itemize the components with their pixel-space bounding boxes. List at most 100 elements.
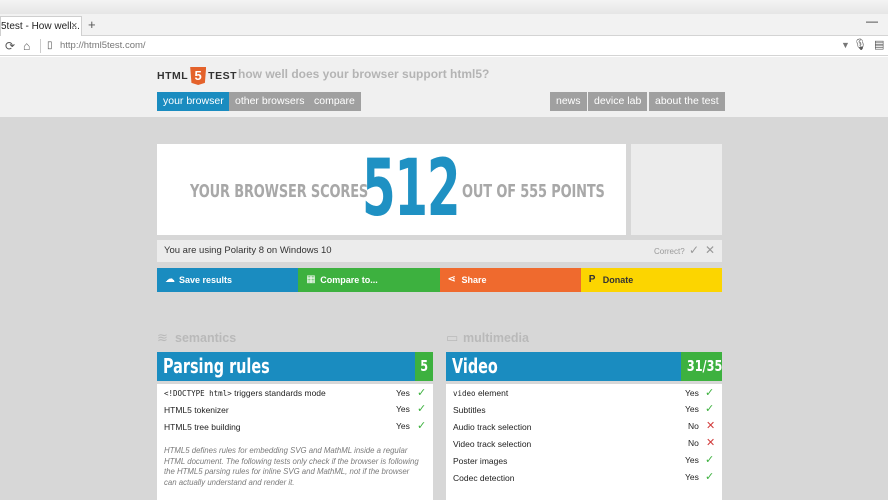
video-code: video bbox=[453, 389, 476, 398]
category-parsing-rules-header[interactable]: Parsing rules bbox=[157, 352, 415, 381]
multimedia-icon: ▭ bbox=[446, 330, 459, 345]
detected-browser-text: You are using Polarity 8 on Windows 10 bbox=[164, 245, 332, 256]
compare-to-button[interactable]: ▦ Compare to... bbox=[298, 268, 440, 292]
test-result: No bbox=[688, 421, 699, 431]
score-suffix: OUT OF 555 POINTS bbox=[462, 181, 605, 202]
share-label: Share bbox=[461, 275, 487, 285]
url-prefix: http:// bbox=[60, 40, 84, 51]
test-result: No bbox=[688, 438, 699, 448]
test-label: Codec detection bbox=[453, 473, 515, 483]
grid-icon: ▦ bbox=[306, 274, 316, 285]
test-label: Audio track selection bbox=[453, 422, 532, 432]
test-label: HTML5 tokenizer bbox=[164, 405, 229, 415]
category-score: 5 bbox=[420, 357, 428, 375]
nav-about-the-test[interactable]: about the test bbox=[649, 92, 725, 111]
share-button[interactable]: ⋖ Share bbox=[439, 268, 581, 292]
check-icon: ✓ bbox=[417, 387, 427, 399]
test-label: element bbox=[475, 388, 509, 398]
nav-news[interactable]: news bbox=[550, 92, 587, 111]
logo-html: HTML bbox=[157, 70, 189, 82]
microphone-icon[interactable]: 🎙 bbox=[853, 38, 867, 51]
confirm-check-icon[interactable]: ✓ bbox=[689, 243, 699, 257]
browser-tab[interactable]: 5test - How well... × bbox=[0, 16, 82, 36]
donate-button[interactable]: P Donate bbox=[580, 268, 722, 292]
test-result: Yes bbox=[396, 421, 410, 431]
url-host: html5test.com/ bbox=[83, 40, 146, 51]
action-bar: ☁ Save results ▦ Compare to... ⋖ Share P… bbox=[157, 268, 722, 292]
category-score: 31/35 bbox=[686, 357, 723, 375]
test-result: Yes bbox=[685, 472, 699, 482]
check-icon: ✓ bbox=[705, 403, 715, 415]
test-label: HTML5 tree building bbox=[164, 422, 241, 432]
category-title: Parsing rules bbox=[163, 354, 270, 378]
category-score-badge: 5 bbox=[415, 352, 433, 381]
html5test-logo[interactable]: HTML 5 TEST bbox=[157, 66, 237, 86]
cloud-upload-icon: ☁ bbox=[165, 274, 175, 285]
logo-test: TEST bbox=[208, 70, 238, 82]
section-semantics-label: semantics bbox=[175, 331, 237, 345]
test-row: HTML5 tokenizer bbox=[164, 405, 229, 421]
nav-your-browser[interactable]: your browser bbox=[157, 92, 230, 111]
check-icon: ✓ bbox=[705, 471, 715, 483]
minimize-icon[interactable]: — bbox=[866, 14, 878, 28]
close-tab-icon[interactable]: × bbox=[71, 20, 77, 32]
test-result: Yes bbox=[685, 404, 699, 414]
test-row: Audio track selection bbox=[453, 422, 531, 438]
doctype-code: <!DOCTYPE html> bbox=[164, 389, 232, 398]
x-icon: ✕ bbox=[706, 420, 716, 432]
score-panel: YOUR BROWSER SCORES 512 OUT OF 555 POINT… bbox=[157, 144, 626, 235]
test-result: Yes bbox=[685, 388, 699, 398]
test-row: video element bbox=[453, 388, 508, 404]
reload-icon[interactable]: ⟳ bbox=[5, 39, 15, 53]
tagline: how well does your browser support html5… bbox=[238, 67, 490, 81]
html5-shield-icon: 5 bbox=[190, 67, 207, 85]
score-side-panel bbox=[631, 144, 722, 235]
correct-label: Correct? bbox=[654, 247, 685, 256]
tab-title: 5test - How well... bbox=[1, 21, 80, 32]
save-results-label: Save results bbox=[179, 275, 233, 285]
site-header: HTML 5 TEST how well does your browser s… bbox=[0, 57, 888, 117]
donate-label: Donate bbox=[602, 275, 634, 285]
test-row: <!DOCTYPE html> triggers standards mode bbox=[164, 388, 326, 404]
address-bar: ⟳ ⌂ ▯ http://html5test.com/ ▼ 🎙 ▤ bbox=[0, 36, 888, 56]
score-value: 512 bbox=[362, 144, 460, 234]
new-tab-icon[interactable]: + bbox=[88, 17, 96, 32]
score-prefix: YOUR BROWSER SCORES bbox=[190, 181, 369, 202]
test-label: Video track selection bbox=[453, 439, 532, 449]
test-result: Yes bbox=[396, 404, 410, 414]
share-icon: ⋖ bbox=[447, 274, 456, 285]
check-icon: ✓ bbox=[417, 420, 427, 432]
url-field[interactable]: http://html5test.com/ bbox=[60, 40, 146, 51]
test-row: Poster images bbox=[453, 456, 507, 472]
test-row: Subtitles bbox=[453, 405, 486, 421]
test-label: triggers standards mode bbox=[231, 388, 326, 398]
check-icon: ✓ bbox=[417, 403, 427, 415]
window-top-edge bbox=[0, 0, 888, 14]
test-label: Poster images bbox=[453, 456, 508, 466]
test-row: Video track selection bbox=[453, 439, 531, 455]
nav-other-browsers[interactable]: other browsers bbox=[229, 92, 311, 111]
browser-window: 5test - How well... × + — ⟳ ⌂ ▯ http://h… bbox=[0, 0, 888, 500]
x-icon: ✕ bbox=[706, 437, 716, 449]
chevron-down-icon[interactable]: ▼ bbox=[841, 40, 850, 50]
category-video-header[interactable]: Video bbox=[446, 352, 681, 381]
home-icon[interactable]: ⌂ bbox=[23, 39, 30, 53]
test-row: HTML5 tree building bbox=[164, 422, 241, 438]
category-score-badge: 31/35 bbox=[681, 352, 722, 381]
section-multimedia-label: multimedia bbox=[463, 331, 529, 345]
compare-to-label: Compare to... bbox=[320, 275, 378, 285]
parsing-rules-card: <!DOCTYPE html> triggers standards mode … bbox=[157, 384, 433, 500]
reject-x-icon[interactable]: ✕ bbox=[705, 243, 715, 257]
save-results-button[interactable]: ☁ Save results bbox=[157, 268, 299, 292]
tab-bar: 5test - How well... × + — bbox=[0, 14, 888, 36]
check-icon: ✓ bbox=[705, 454, 715, 466]
paypal-icon: P bbox=[588, 274, 596, 285]
reading-view-icon[interactable]: ▤ bbox=[874, 38, 884, 51]
nav-compare[interactable]: compare bbox=[308, 92, 361, 111]
page-icon: ▯ bbox=[47, 40, 53, 51]
test-label: Subtitles bbox=[453, 405, 486, 415]
detected-browser-bar: You are using Polarity 8 on Windows 10 C… bbox=[157, 240, 722, 262]
nav-device-lab[interactable]: device lab bbox=[588, 92, 648, 111]
test-result: Yes bbox=[685, 455, 699, 465]
semantics-icon: ≋ bbox=[157, 330, 168, 345]
